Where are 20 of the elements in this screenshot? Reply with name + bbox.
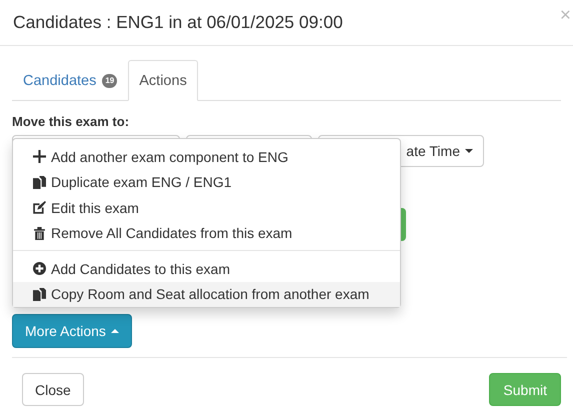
menu-item[interactable]: Copy Room and Seat allocation from another exam (13, 282, 400, 307)
close-button[interactable]: Close (22, 373, 84, 406)
documents-icon (33, 176, 46, 189)
tab[interactable]: Candidates 19 (12, 60, 128, 101)
edit-icon (33, 201, 46, 214)
modal-title: Candidates : ENG1 in at 06/01/2025 09:00 (13, 12, 343, 33)
count-badge: 19 (102, 74, 118, 88)
plus-icon (33, 150, 46, 164)
tab[interactable]: Actions (128, 60, 198, 101)
menu-item[interactable]: Duplicate exam ENG / ENG1 (13, 170, 400, 195)
tab-label[interactable]: Candidates (23, 72, 96, 88)
menu-item[interactable]: Edit this exam (13, 195, 400, 220)
caret-icon (465, 149, 473, 153)
plus-circle-icon (33, 262, 46, 276)
documents-icon (33, 288, 46, 301)
menu-item[interactable]: Add Candidates to this exam (13, 256, 400, 282)
tab-label[interactable]: Actions (139, 72, 187, 88)
menu-item[interactable]: Remove All Candidates from this exam (13, 220, 400, 246)
field-label: Move this exam to: (12, 114, 130, 129)
trash-icon (33, 226, 46, 240)
